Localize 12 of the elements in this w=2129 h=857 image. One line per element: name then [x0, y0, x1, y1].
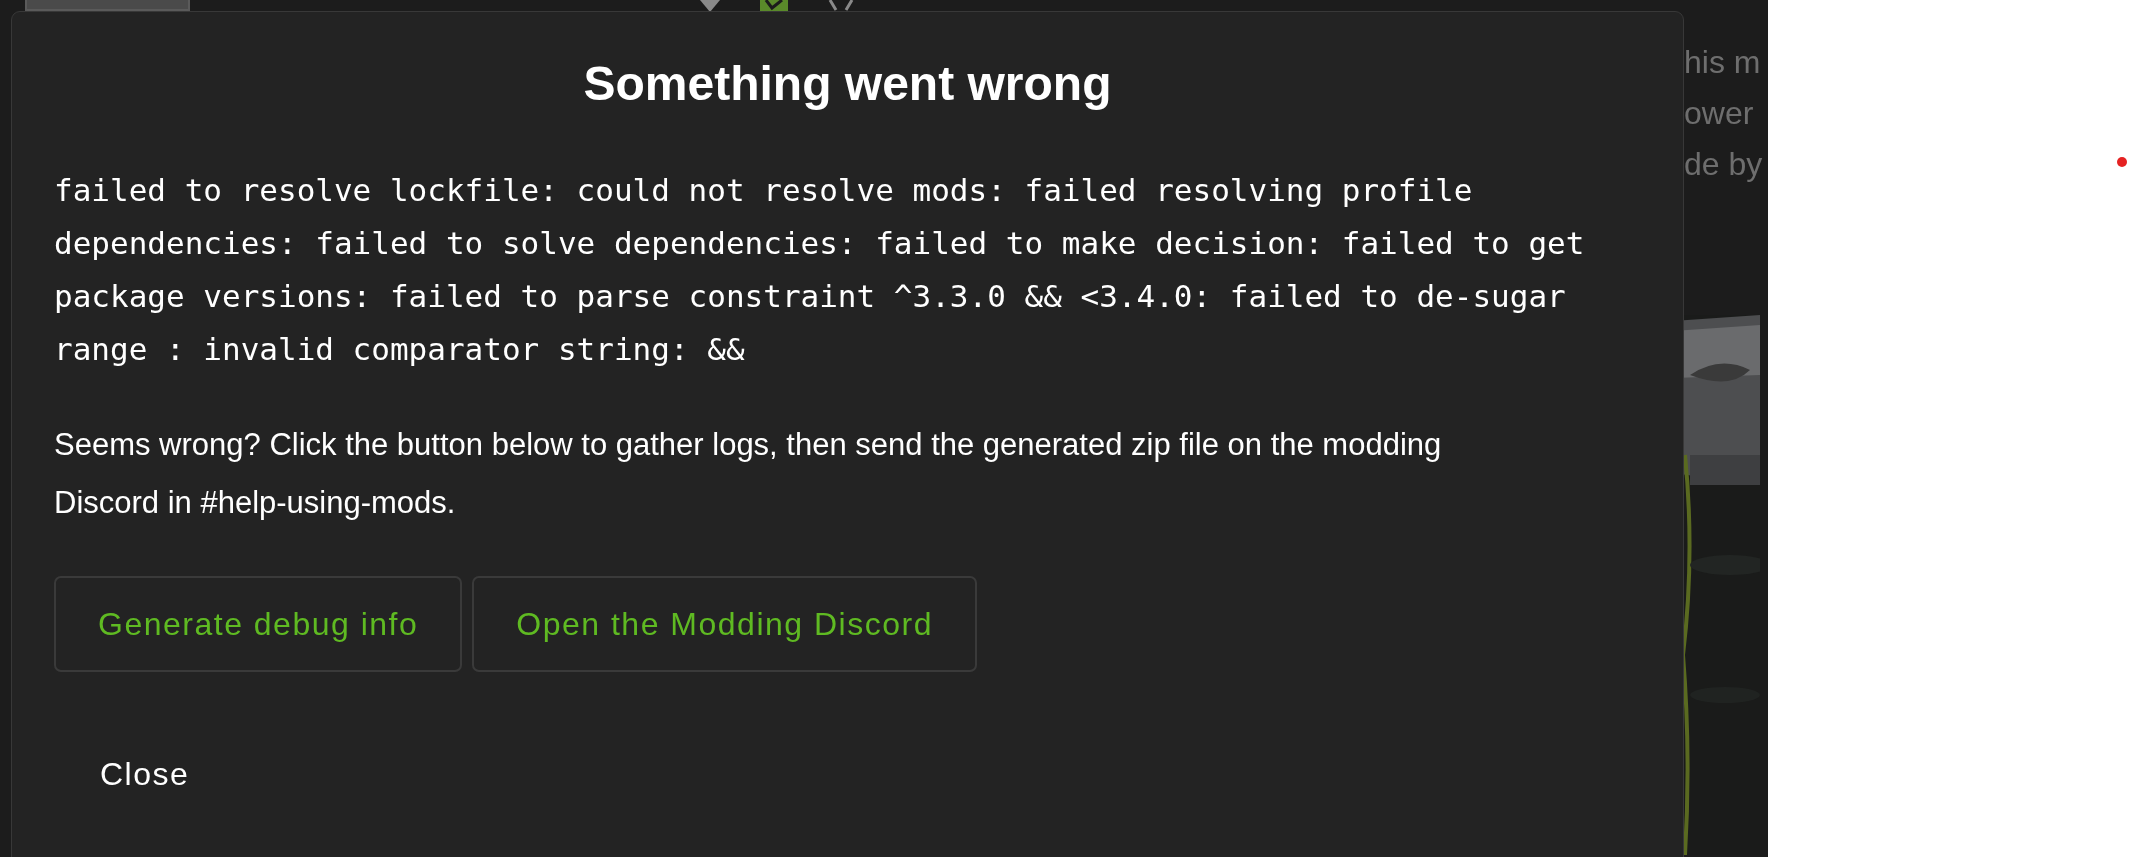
checkbox-icon[interactable] — [760, 0, 788, 12]
outlined-button[interactable]: Generate debug info — [54, 576, 463, 672]
chevrons-icon[interactable] — [828, 0, 854, 12]
mod-description-line: ower — [1683, 94, 1755, 133]
close-button[interactable]: Close — [54, 736, 236, 812]
outlined-button[interactable]: Open the Modding Discord — [472, 576, 977, 672]
mod-description-line: his m — [1683, 43, 1762, 82]
error-message: failed to resolve lockfile: could not resolve mods: failed resolving profile dependencies: failed to solve dependencies: failed to make decision: failed to get package versions: failed to parse constraint ^3.3.0 && <3.4.0: failed to de-sugar range : invalid comparator string: && — [54, 171, 1586, 369]
dialog-title: Something went wrong — [582, 56, 1113, 112]
status-dot — [2117, 157, 2127, 167]
help-text: Seems wrong? Click the button below to gather logs, then send the generated zip file on the modding Discord in #help-using-mods. — [54, 426, 1443, 522]
mod-description-line: de by — [1683, 145, 1764, 184]
